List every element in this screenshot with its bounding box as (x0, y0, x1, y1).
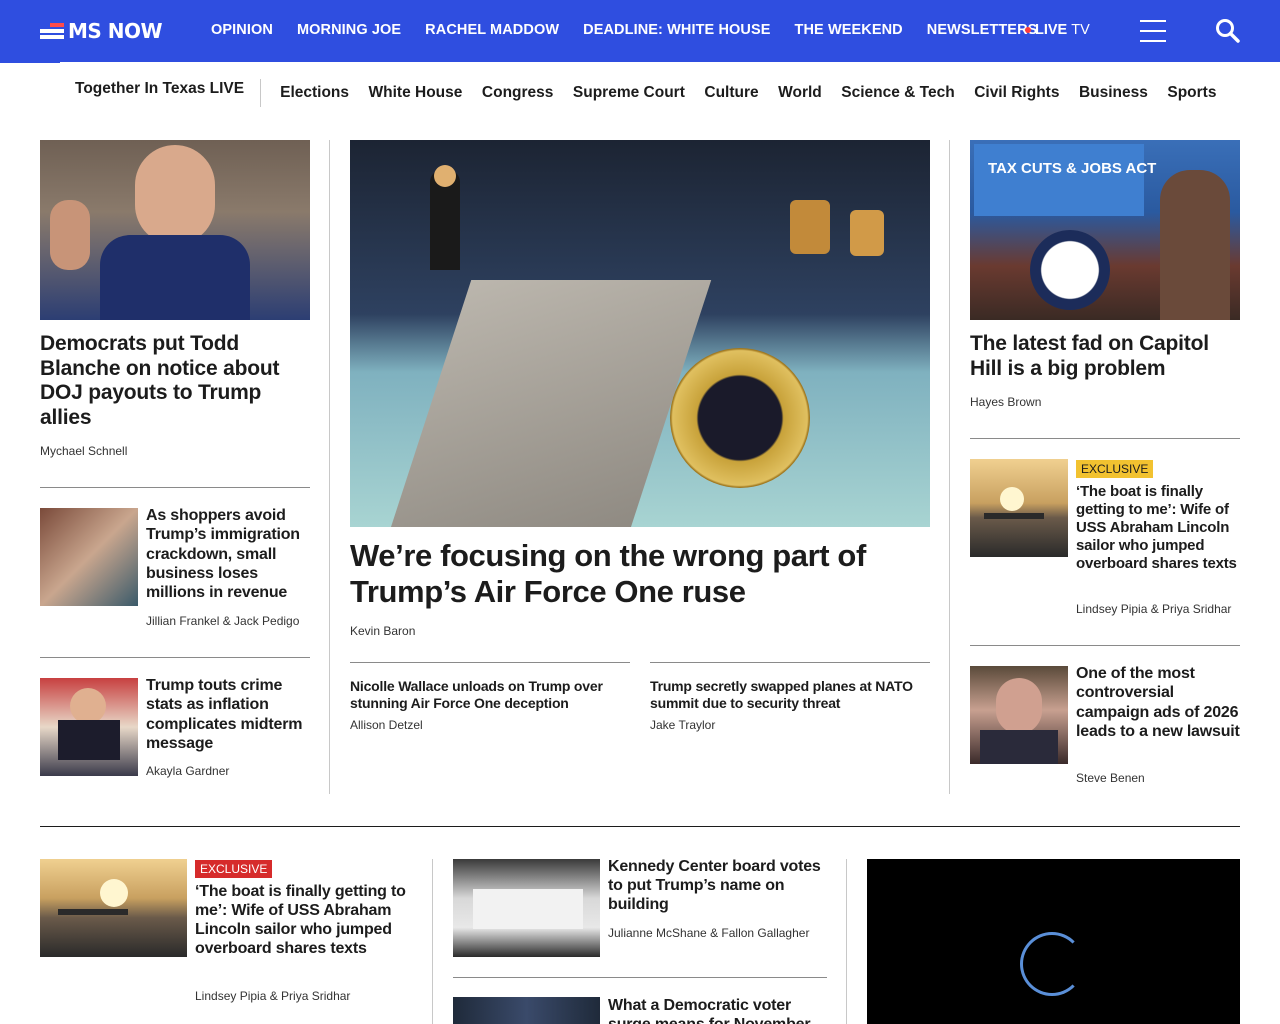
site-logo[interactable]: MS NOW (40, 17, 163, 45)
story-thumbnail[interactable] (40, 859, 187, 957)
story-thumbnail[interactable] (453, 859, 600, 957)
story-headline[interactable]: As shoppers avoid Trump’s immigration cr… (146, 506, 310, 602)
story-headline[interactable]: What a Democratic voter surge means for … (608, 996, 827, 1024)
section-elections[interactable]: Elections (280, 83, 349, 103)
live-dot-icon (1025, 27, 1031, 33)
live-label: LIVE (1035, 22, 1068, 38)
nav-deadline-white-house[interactable]: DEADLINE: WHITE HOUSE (583, 22, 770, 38)
lead-story-image[interactable] (40, 140, 310, 320)
image-sign-text: TAX CUTS & JOBS ACT (988, 160, 1157, 177)
section-culture[interactable]: Culture (704, 83, 758, 103)
related-byline[interactable]: Allison Detzel (350, 718, 423, 732)
divider (970, 438, 1240, 439)
section-science-tech[interactable]: Science & Tech (841, 83, 954, 103)
logo-text: MS NOW (68, 19, 163, 43)
section-civil-rights[interactable]: Civil Rights (974, 83, 1059, 103)
logo-icon (40, 21, 64, 41)
menu-icon[interactable] (1140, 20, 1166, 42)
hero-headline[interactable]: We’re focusing on the wrong part of Trum… (350, 538, 930, 610)
story-thumbnail[interactable] (40, 508, 138, 606)
lead-story-byline[interactable]: Mychael Schnell (40, 444, 127, 458)
column-divider (432, 859, 433, 1024)
section-world[interactable]: World (778, 83, 822, 103)
divider (40, 657, 310, 658)
exclusive-badge: EXCLUSIVE (195, 860, 273, 878)
section-congress[interactable]: Congress (482, 83, 554, 103)
section-divider (40, 826, 1240, 827)
lead-story-byline[interactable]: Hayes Brown (970, 395, 1041, 409)
tv-label: TV (1071, 22, 1090, 38)
nav-newsletters[interactable]: NEWSLETTERS (927, 22, 1038, 38)
top-bar: MS NOW OPINION MORNING JOE RACHEL MADDOW… (0, 0, 1280, 62)
section-business[interactable]: Business (1079, 83, 1148, 103)
section-nav: Together In Texas LIVE Elections White H… (75, 79, 1216, 107)
related-headline[interactable]: Trump secretly swapped planes at NATO su… (650, 678, 930, 712)
related-headline[interactable]: Nicolle Wallace unloads on Trump over st… (350, 678, 630, 712)
story-headline[interactable]: Trump touts crime stats as inflation com… (146, 676, 310, 753)
divider (453, 977, 827, 978)
story-byline[interactable]: Jillian Frankel & Jack Pedigo (146, 614, 299, 628)
divider (40, 487, 310, 488)
search-icon[interactable] (1214, 17, 1242, 45)
nav-rachel-maddow[interactable]: RACHEL MADDOW (425, 22, 559, 38)
story-byline[interactable]: Akayla Gardner (146, 764, 229, 778)
story-headline[interactable]: ‘The boat is finally getting to me’: Wif… (195, 882, 410, 958)
exclusive-badge: EXCLUSIVE (1076, 460, 1154, 478)
nav-opinion[interactable]: OPINION (211, 22, 273, 38)
section-sports[interactable]: Sports (1167, 83, 1216, 103)
section-supreme-court[interactable]: Supreme Court (573, 83, 685, 103)
active-tab-indicator (0, 61, 60, 63)
story-thumbnail[interactable] (970, 459, 1068, 557)
story-thumbnail[interactable] (453, 997, 600, 1024)
story-headline[interactable]: ‘The boat is finally getting to me’: Wif… (1076, 483, 1240, 573)
lead-story-headline[interactable]: Democrats put Todd Blanche on notice abo… (40, 332, 310, 430)
story-byline[interactable]: Lindsey Pipia & Priya Sridhar (1076, 602, 1231, 616)
hero-byline[interactable]: Kevin Baron (350, 624, 415, 638)
column-divider (846, 859, 847, 1024)
divider (650, 662, 930, 663)
divider (970, 645, 1240, 646)
column-divider (949, 140, 950, 794)
section-white-house[interactable]: White House (369, 83, 463, 103)
story-thumbnail[interactable] (970, 666, 1068, 764)
main-nav: OPINION MORNING JOE RACHEL MADDOW DEADLI… (211, 22, 1037, 38)
live-tv-link[interactable]: LIVE TV (1025, 22, 1090, 38)
divider (350, 662, 630, 663)
lead-story-headline[interactable]: The latest fad on Capitol Hill is a big … (970, 332, 1240, 381)
story-thumbnail[interactable] (40, 678, 138, 776)
story-headline[interactable]: Kennedy Center board votes to put Trump’… (608, 857, 827, 914)
lead-story-image[interactable]: TAX CUTS & JOBS ACT (970, 140, 1240, 320)
nav-morning-joe[interactable]: MORNING JOE (297, 22, 401, 38)
related-byline[interactable]: Jake Traylor (650, 718, 715, 732)
story-headline[interactable]: One of the most controversial campaign a… (1076, 664, 1240, 741)
column-divider (329, 140, 330, 794)
nav-the-weekend[interactable]: THE WEEKEND (795, 22, 903, 38)
story-byline[interactable]: Lindsey Pipia & Priya Sridhar (195, 989, 350, 1003)
featured-link[interactable]: Together In Texas LIVE (75, 79, 262, 107)
presidential-seal-icon (670, 348, 810, 488)
story-byline[interactable]: Julianne McShane & Fallon Gallagher (608, 926, 809, 940)
story-byline[interactable]: Steve Benen (1076, 771, 1145, 785)
hero-image[interactable] (350, 140, 930, 527)
loading-spinner-icon (1020, 932, 1084, 996)
